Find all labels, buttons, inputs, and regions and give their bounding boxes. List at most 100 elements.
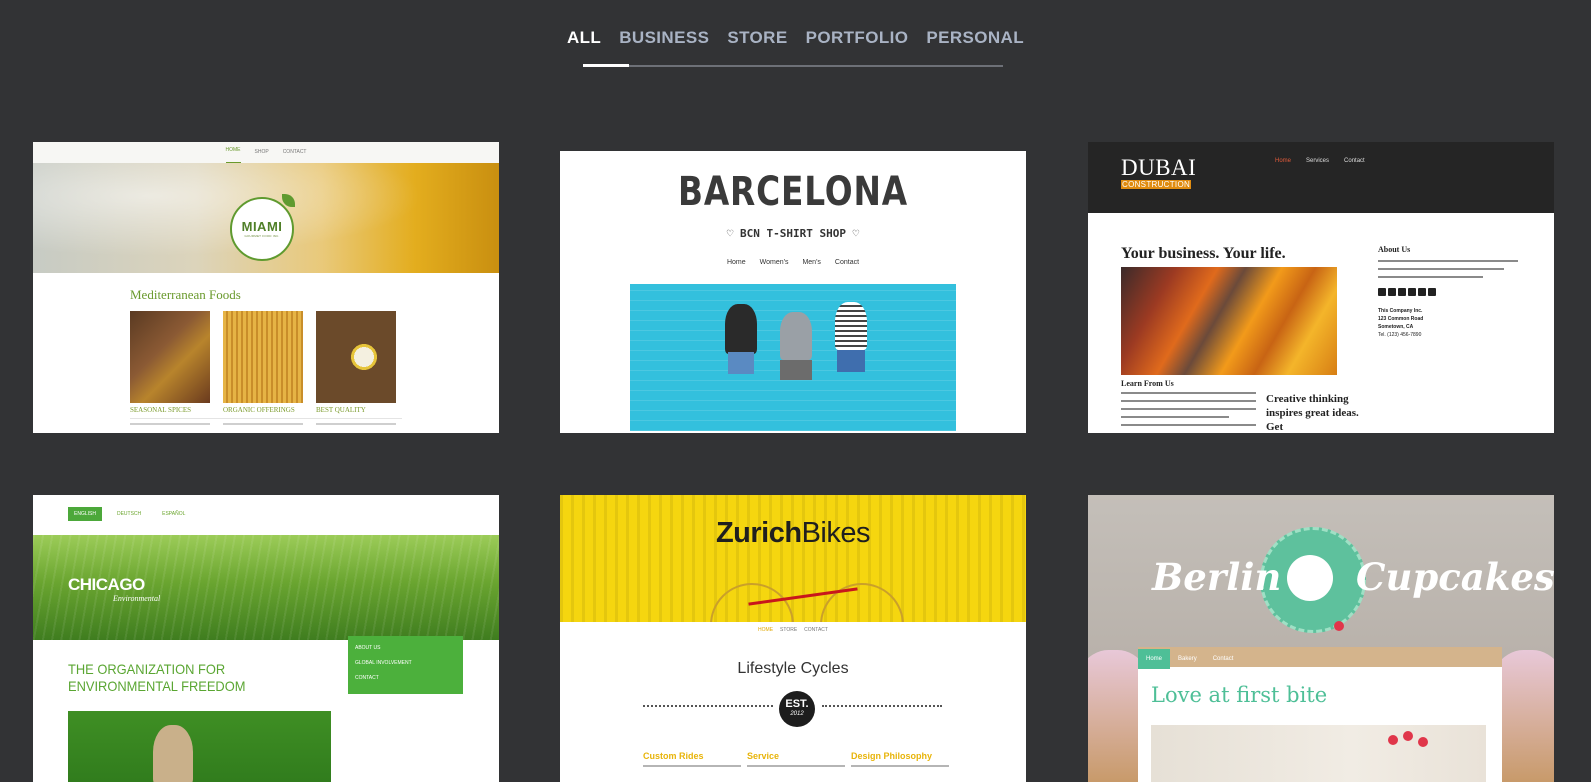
- zurich-logo-light: Bikes: [801, 517, 871, 549]
- cupcake-icon: [1287, 555, 1333, 601]
- berlin-cupcake-photo: [1151, 725, 1486, 782]
- dubai-logo: DUBAI: [1121, 155, 1197, 180]
- chicago-lang-english: ENGLISH: [68, 507, 102, 521]
- berlin-logo-word2: Cupcakes: [1356, 555, 1554, 599]
- person-figure: [728, 352, 754, 374]
- twitter-icon: [1388, 288, 1396, 296]
- google-plus-icon: [1398, 288, 1406, 296]
- pasta-image: [223, 311, 303, 403]
- barcelona-subtitle: ♡ BCN T-SHIRT SHOP ♡: [726, 227, 860, 240]
- miami-logo: MIAMI GOURMET FOOD INC.: [230, 197, 294, 261]
- chicago-menu-about: ABOUT US: [355, 645, 381, 651]
- dubai-about-text: [1378, 260, 1518, 284]
- zurich-logo-bold: Zurich: [715, 517, 802, 549]
- dubai-phone: Tel. (123) 456-7890: [1378, 332, 1422, 338]
- raspberry-decoration: [1418, 737, 1428, 747]
- barcelona-title: BARCELONA: [678, 169, 908, 215]
- miami-logo-text: MIAMI: [241, 219, 283, 234]
- chicago-logo-subtext: Environmental: [113, 594, 161, 603]
- facebook-icon: [1378, 288, 1386, 296]
- tab-all[interactable]: ALL: [567, 28, 601, 48]
- miami-logo-subtext: GOURMET FOOD INC.: [244, 234, 280, 238]
- template-card-dubai[interactable]: DUBAI CONSTRUCTION Home Services Contact…: [1088, 142, 1554, 433]
- dubai-building-image: [1121, 267, 1337, 375]
- miami-heading: Mediterranean Foods: [130, 287, 241, 302]
- berlin-nav: Home Bakery Contact: [1138, 647, 1502, 669]
- dubai-nav-services: Services: [1306, 158, 1330, 164]
- zurich-badge-est: EST.: [785, 698, 809, 710]
- berlin-logo-word1: Berlin: [1152, 555, 1282, 599]
- miami-item-caption: BEST QUALITY: [316, 406, 366, 414]
- miami-nav: HOME SHOP CONTACT: [33, 142, 499, 163]
- miami-divider: [130, 418, 402, 419]
- template-card-berlin[interactable]: Berlin Cupcakes Home Bakery Contact Love a…: [1088, 495, 1554, 782]
- chicago-lang-espanol: ESPAÑOL: [162, 511, 186, 517]
- raspberry-decoration: [1403, 731, 1413, 741]
- berlin-nav-home: Home: [1138, 649, 1171, 669]
- miami-item-text: [316, 423, 396, 425]
- template-card-barcelona[interactable]: BARCELONA ♡ BCN T-SHIRT SHOP ♡ Home Wome…: [560, 151, 1026, 433]
- zurich-column-heading: Custom Rides: [643, 751, 704, 761]
- spices-image: [130, 311, 210, 403]
- dubai-social-icons: [1378, 288, 1436, 296]
- tab-portfolio[interactable]: PORTFOLIO: [806, 28, 909, 48]
- person-figure: [780, 360, 812, 380]
- youtube-icon: [1408, 288, 1416, 296]
- chicago-language-bar: ENGLISH DEUTSCH ESPAÑOL: [68, 507, 191, 521]
- template-card-chicago[interactable]: ENGLISH DEUTSCH ESPAÑOL CHICAGO Environm…: [33, 495, 499, 782]
- zurich-nav-home: HOME: [758, 627, 774, 633]
- zurich-badge-year: 2012: [790, 711, 804, 717]
- raspberry-decoration: [1388, 735, 1398, 745]
- tab-store[interactable]: STORE: [727, 28, 787, 48]
- dubai-city: Sometown, CA: [1378, 324, 1414, 330]
- raspberry-decoration: [1334, 621, 1344, 631]
- chicago-menu-contact: CONTACT: [355, 675, 379, 681]
- dubai-nav: Home Services Contact: [1275, 158, 1365, 164]
- barcelona-nav: Home Women's Men's Contact: [560, 259, 1026, 266]
- miami-nav-shop: SHOP: [254, 149, 269, 155]
- chicago-logo: CHICAGO: [68, 575, 145, 594]
- chicago-lang-deutsch: DEUTSCH: [116, 511, 142, 517]
- dotted-divider: [822, 705, 942, 708]
- dubai-headline: Your business. Your life.: [1121, 245, 1286, 262]
- template-card-zurich[interactable]: ZurichBikes HOME STORE CONTACT Lifestyle…: [560, 495, 1026, 782]
- chicago-menu-global: GLOBAL INVOLVEMENT: [355, 660, 412, 666]
- zurich-column-text: [643, 765, 741, 767]
- dubai-logo-subtext: CONSTRUCTION: [1121, 180, 1192, 189]
- zurich-nav: HOME STORE CONTACT: [560, 627, 1026, 633]
- miami-item-text: [223, 423, 303, 425]
- person-figure: [835, 302, 867, 350]
- dotted-divider: [643, 705, 773, 708]
- dubai-nav-home: Home: [1275, 158, 1292, 164]
- miami-item-caption: SEASONAL SPICES: [130, 406, 192, 414]
- person-figure: [725, 304, 757, 354]
- person-figure: [837, 350, 865, 372]
- dubai-address: This Company Inc. 123 Common Road Someto…: [1378, 307, 1423, 339]
- barcelona-hero-photo: [630, 284, 956, 431]
- dubai-company: This Company Inc.: [1378, 308, 1423, 314]
- zurich-column-heading: Service: [747, 751, 780, 761]
- barcelona-nav-men: Men's: [802, 259, 821, 266]
- chicago-menu: ABOUT US GLOBAL INVOLVEMENT CONTACT: [348, 636, 463, 694]
- chicago-headline: THE ORGANIZATION FOR ENVIRONMENTAL FREED…: [68, 661, 246, 694]
- chicago-photo: [68, 711, 331, 782]
- barcelona-nav-contact: Contact: [834, 259, 860, 266]
- mail-icon: [1418, 288, 1426, 296]
- zurich-nav-store: STORE: [780, 627, 798, 633]
- barcelona-nav-women: Women's: [759, 259, 789, 266]
- miami-item-caption: ORGANIC OFFERINGS: [223, 406, 295, 414]
- zurich-column-heading: Design Philosophy: [851, 751, 933, 761]
- barcelona-nav-home: Home: [726, 259, 746, 266]
- dubai-creative-heading: Creative thinking inspires great ideas. …: [1266, 393, 1359, 433]
- template-card-miami[interactable]: HOME SHOP CONTACT MIAMI GOURMET FOOD INC…: [33, 142, 499, 433]
- dubai-body-text: [1121, 392, 1256, 432]
- filter-tabs: ALL BUSINESS STORE PORTFOLIO PERSONAL: [0, 28, 1591, 48]
- tab-underline: [583, 64, 1003, 67]
- miami-item-text: [130, 423, 210, 425]
- zurich-hero-image: [560, 495, 1026, 622]
- tab-business[interactable]: BUSINESS: [619, 28, 709, 48]
- tab-personal[interactable]: PERSONAL: [926, 28, 1024, 48]
- share-icon: [1428, 288, 1436, 296]
- olives-image: [316, 311, 396, 403]
- zurich-column-text: [851, 765, 949, 767]
